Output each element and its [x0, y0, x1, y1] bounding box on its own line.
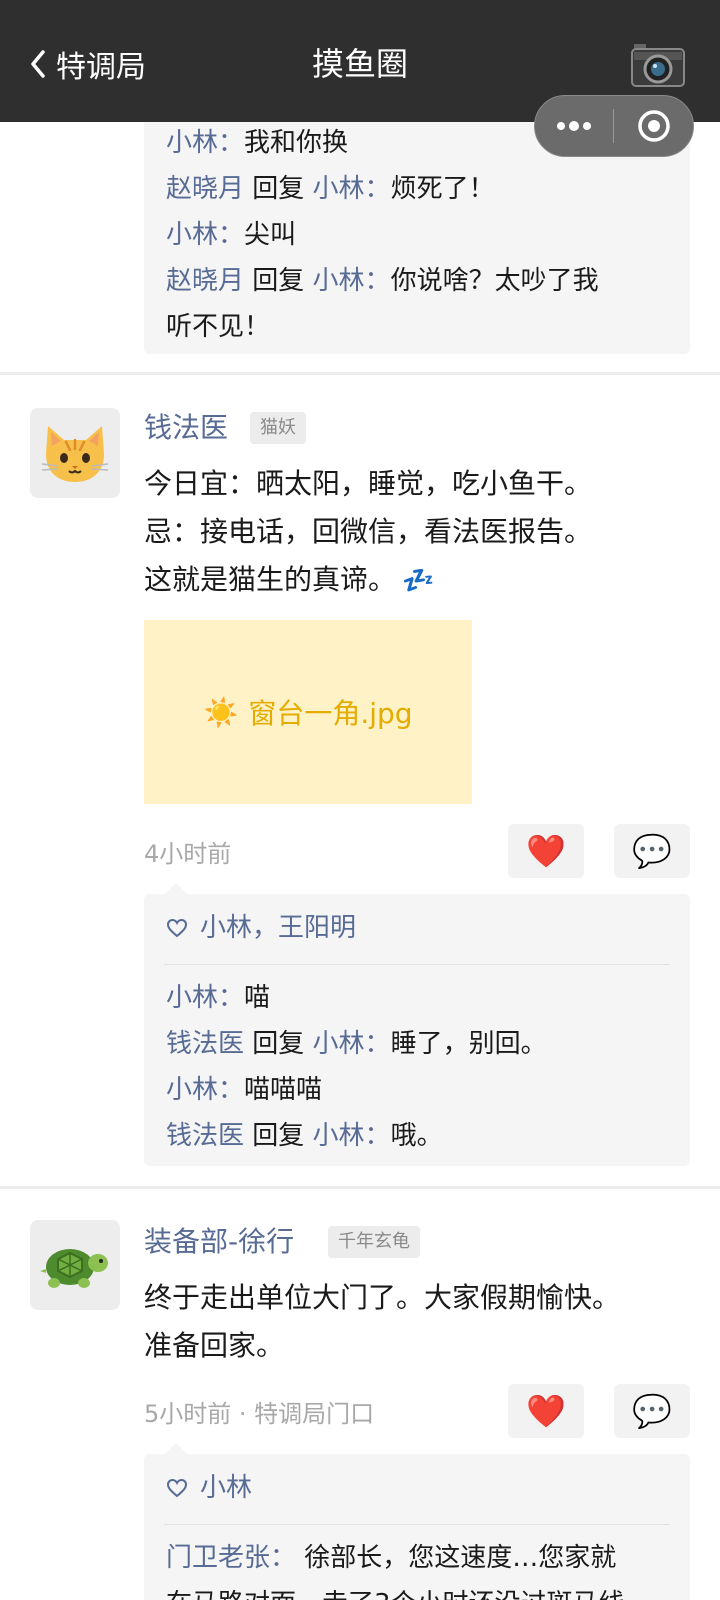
comment-text: 烦死了！	[390, 174, 495, 204]
record-circle-icon	[637, 110, 670, 142]
reply-target[interactable]: 小林：	[313, 1121, 391, 1151]
comment-line[interactable]: 赵晓月 回复 小林：烦死了！	[166, 166, 668, 212]
likes-row: 小林，王阳明	[144, 898, 690, 958]
speech-bubble-icon: 💬	[632, 1392, 672, 1430]
reply-target[interactable]: 小林：	[313, 174, 391, 204]
comment-text: 哦。	[390, 1121, 443, 1151]
commenter-name[interactable]: 钱法医	[166, 1121, 244, 1151]
comment-text: 喵喵喵	[244, 1075, 323, 1105]
heart-icon: ❤️	[526, 1392, 566, 1430]
post-text-line: 终于走出单位大门了。大家假期愉快。	[144, 1281, 621, 1314]
camera-button[interactable]	[630, 40, 686, 92]
author-tag: 猫妖	[250, 412, 306, 444]
post-image[interactable]: ☀️ 窗台一角.jpg	[144, 620, 472, 804]
commenter-name[interactable]: 小林	[166, 1075, 218, 1105]
comment-list: 小林：喵 钱法医 回复 小林：睡了，别回。 小林：喵喵喵 钱法医 回复 小林：哦…	[144, 965, 690, 1159]
speech-bubble-icon: 💬	[632, 832, 672, 870]
post-divider	[0, 1186, 720, 1189]
post-text-line: 忌：接电话，回微信，看法医报告。	[144, 515, 593, 548]
comment-button[interactable]: 💬	[614, 824, 690, 878]
post-text: 终于走出单位大门了。大家假期愉快。 准备回家。	[144, 1274, 704, 1370]
heart-icon: ❤️	[526, 832, 566, 870]
comment-text: 在马路对面，走了3个小时还没过斑马线	[166, 1589, 625, 1600]
avatar[interactable]	[30, 1220, 120, 1310]
commenter-name[interactable]: 赵晓月	[166, 266, 244, 296]
camera-icon	[631, 44, 685, 87]
comment-line[interactable]: 钱法医 回复 小林：睡了，别回。	[166, 1021, 668, 1067]
comment-line[interactable]: 小林：喵	[166, 975, 668, 1021]
post-text-line: 这就是猫生的真谛。 💤	[144, 563, 435, 596]
comment-text: 徐部长，您这速度…您家就	[296, 1543, 617, 1573]
post-divider	[0, 372, 720, 375]
close-miniprogram-button[interactable]	[614, 95, 693, 157]
comment-list: 门卫老张： 徐部长，您这速度…您家就 在马路对面，走了3个小时还没过斑马线	[144, 1525, 690, 1600]
cat-face-icon	[41, 426, 109, 482]
like-button[interactable]: ❤️	[508, 1384, 584, 1438]
commenter-name[interactable]: 小林	[166, 128, 218, 158]
likes-row: 小林	[144, 1458, 690, 1518]
more-button[interactable]	[535, 95, 613, 157]
comment-line-wrap: 听不见！	[166, 304, 668, 350]
comment-line-wrap: 在马路对面，走了3个小时还没过斑马线	[166, 1581, 668, 1600]
heart-outline-icon	[166, 1478, 188, 1498]
post-time-location: 5小时前 · 特调局门口	[144, 1400, 375, 1428]
more-dots-icon	[557, 121, 591, 131]
liker-names[interactable]: 小林，王阳明	[200, 898, 356, 958]
comment-text: 你说啥？太吵了我	[390, 266, 599, 296]
miniprogram-capsule	[534, 95, 694, 157]
commenter-name[interactable]: 钱法医	[166, 1029, 244, 1059]
commenter-name[interactable]: 门卫老张：	[166, 1543, 296, 1573]
comment-line[interactable]: 钱法医 回复 小林：哦。	[166, 1113, 668, 1159]
commenter-name[interactable]: 小林	[166, 220, 218, 250]
post-author-name[interactable]: 装备部-徐行	[144, 1222, 294, 1262]
page-title: 摸鱼圈	[311, 45, 408, 83]
zzz-emoji: 💤	[402, 566, 435, 596]
liker-names[interactable]: 小林	[200, 1458, 252, 1518]
avatar[interactable]	[30, 408, 120, 498]
commenter-name[interactable]: 赵晓月	[166, 174, 244, 204]
comment-text: 喵	[244, 983, 271, 1013]
comment-line[interactable]: 小林：喵喵喵	[166, 1067, 668, 1113]
reply-target[interactable]: 小林：	[313, 266, 391, 296]
comment-text: 睡了，别回。	[390, 1029, 547, 1059]
comment-button[interactable]: 💬	[614, 1384, 690, 1438]
comment-line[interactable]: 门卫老张： 徐部长，您这速度…您家就	[166, 1535, 668, 1581]
post-time: 4小时前	[144, 840, 232, 868]
sun-icon: ☀️	[203, 695, 239, 729]
comment-line[interactable]: 赵晓月 回复 小林：你说啥？太吵了我	[166, 258, 668, 304]
comment-line[interactable]: 小林：尖叫	[166, 212, 668, 258]
commenter-name[interactable]: 小林	[166, 983, 218, 1013]
post-text: 今日宜：晒太阳，睡觉，吃小鱼干。 忌：接电话，回微信，看法医报告。 这就是猫生的…	[144, 460, 704, 605]
post-text-line: 准备回家。	[144, 1329, 285, 1362]
reply-target[interactable]: 小林：	[313, 1029, 391, 1059]
comment-box-post2: 小林 门卫老张： 徐部长，您这速度…您家就 在马路对面，走了3个小时还没过斑马线	[144, 1454, 690, 1600]
comment-text: 尖叫	[244, 220, 297, 250]
post-author-name[interactable]: 钱法医	[144, 408, 228, 448]
comment-text: 听不见！	[166, 312, 271, 342]
comment-box-post1: 小林，王阳明 小林：喵 钱法医 回复 小林：睡了，别回。 小林：喵喵喵 钱法医 …	[144, 894, 690, 1166]
image-filename: 窗台一角.jpg	[248, 697, 413, 730]
comment-text: 我和你换	[244, 128, 349, 158]
like-button[interactable]: ❤️	[508, 824, 584, 878]
author-tag: 千年玄龟	[328, 1226, 420, 1258]
post-text-line: 今日宜：晒太阳，睡觉，吃小鱼干。	[144, 467, 593, 500]
heart-outline-icon	[166, 918, 188, 938]
turtle-icon	[40, 1249, 108, 1288]
